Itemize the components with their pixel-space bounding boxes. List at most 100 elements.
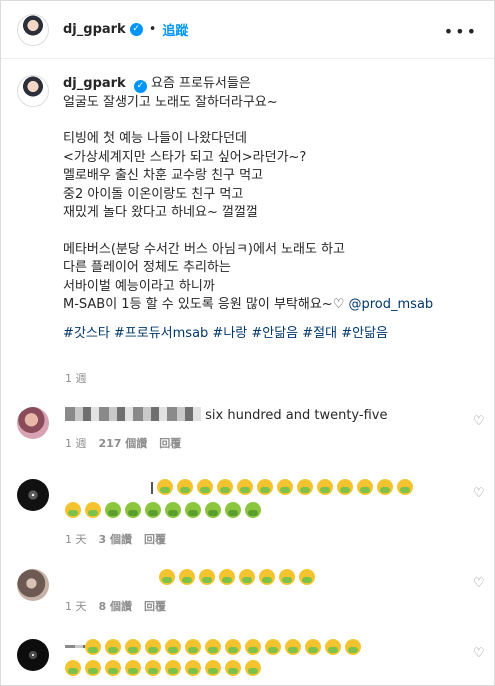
nauseated-face-emoji: [85, 639, 101, 655]
comment-likes[interactable]: 3 個讚: [99, 531, 132, 547]
nauseated-face-emoji: [219, 569, 235, 585]
nauseated-face-emoji: [259, 569, 275, 585]
post-caption: dj_gpark ✓ 요즘 프로듀서들은 얼굴도 잘생기고 노래도 잘하더라구요…: [17, 75, 482, 343]
caption-text: M-SAB이 1등 할 수 있도록 응원 많이 부탁해요~♡: [63, 297, 349, 312]
caption-line: 티빙에 첫 예능 나들이 나왔다던데: [63, 131, 247, 146]
nauseated-face-emoji: [205, 660, 221, 676]
follow-button[interactable]: 追蹤: [162, 20, 188, 39]
caption-line: 재밌게 놀다 왔다고 하네요~ 껄껄껄: [63, 205, 258, 220]
author-avatar[interactable]: [17, 13, 49, 46]
nauseated-face-emoji: [159, 569, 175, 585]
comment-meta: 1 週 217 個讚 回覆: [65, 435, 445, 451]
nauseated-face-emoji: [245, 502, 261, 518]
caption-timestamp[interactable]: 1 週: [65, 370, 87, 386]
caption-line: 중2 아이돌 이온이랑도 친구 먹고: [63, 186, 244, 202]
nauseated-face-emoji: [105, 502, 121, 518]
caption-line: 얼굴도 잘생기고 노래도 잘하더라구요~: [63, 94, 278, 110]
nauseated-face-emoji: [197, 479, 213, 495]
nauseated-face-emoji: [217, 479, 233, 495]
nauseated-face-emoji: [145, 660, 161, 676]
commenter-avatar[interactable]: [17, 407, 49, 439]
author-username[interactable]: dj_gpark: [63, 22, 126, 37]
blurred-username: [151, 482, 153, 494]
caption-body: dj_gpark ✓ 요즘 프로듀서들은 얼굴도 잘생기고 노래도 잘하더라구요…: [63, 75, 433, 343]
commenter-avatar[interactable]: [17, 479, 49, 511]
nauseated-face-emoji: [65, 502, 81, 518]
comment-item: six hundred and twenty-five 1 週 217 個讚 回…: [17, 407, 487, 451]
comment-text-row: six hundred and twenty-five: [65, 407, 445, 425]
reply-button[interactable]: 回覆: [159, 435, 181, 451]
comment-likes[interactable]: 8 個讚: [99, 598, 132, 614]
nauseated-face-emoji: [165, 639, 181, 655]
nauseated-face-emoji: [125, 502, 141, 518]
nauseated-face-emoji: [157, 479, 173, 495]
caption-line: M-SAB이 1등 할 수 있도록 응원 많이 부탁해요~♡ @prod_msa…: [63, 296, 433, 315]
nauseated-face-emoji: [237, 479, 253, 495]
comment-item: 1 天 3 個讚 回覆 ♡: [17, 479, 487, 547]
hashtags[interactable]: #갓스타 #프로듀서msab #나랑 #안닮음 #절대 #안닮음: [63, 325, 433, 344]
nauseated-face-emoji: [145, 502, 161, 518]
nauseated-face-emoji: [277, 479, 293, 495]
comment-meta: 1 天 3 個讚 回覆: [65, 531, 445, 547]
comment-time[interactable]: 1 天: [65, 531, 87, 547]
nauseated-face-emoji: [85, 502, 101, 518]
comment-likes[interactable]: 217 個讚: [99, 435, 148, 451]
caption-avatar[interactable]: [17, 75, 49, 107]
caption-line: <가상세계지만 스타가 되고 싶어>라던가~?: [63, 149, 307, 165]
heart-outline-icon[interactable]: ♡: [473, 415, 487, 429]
nauseated-face-emoji: [65, 660, 81, 676]
comment-meta: 1 天 8 個讚 回覆: [65, 598, 445, 614]
caption-line: 다른 플레이어 정체도 추리하는: [63, 260, 231, 275]
nauseated-face-emoji: [105, 660, 121, 676]
nauseated-face-emoji: [225, 502, 241, 518]
mention-link[interactable]: @prod_msab: [349, 297, 434, 312]
nauseated-face-emoji: [305, 639, 321, 655]
nauseated-face-emoji: [285, 639, 301, 655]
heart-outline-icon[interactable]: ♡: [473, 577, 487, 591]
nauseated-face-emoji: [345, 639, 361, 655]
nauseated-face-emoji: [299, 569, 315, 585]
comment-text: six hundred and twenty-five: [205, 408, 388, 423]
caption-text: 요즘 프로듀서들은: [150, 76, 251, 91]
verified-badge-icon: ✓: [133, 80, 147, 93]
nauseated-face-emoji: [205, 639, 221, 655]
comment-time[interactable]: 1 週: [65, 435, 87, 451]
comment-text-row: [65, 639, 445, 658]
nauseated-face-emoji: [245, 639, 261, 655]
nauseated-face-emoji: [317, 479, 333, 495]
nauseated-face-emoji: [337, 479, 353, 495]
nauseated-face-emoji: [185, 660, 201, 676]
nauseated-face-emoji: [257, 479, 273, 495]
nauseated-face-emoji: [177, 479, 193, 495]
nauseated-face-emoji: [199, 569, 215, 585]
nauseated-face-emoji: [297, 479, 313, 495]
heart-outline-icon[interactable]: ♡: [473, 647, 487, 661]
nauseated-face-emoji: [279, 569, 295, 585]
nauseated-face-emoji: [185, 502, 201, 518]
nauseated-face-emoji: [325, 639, 341, 655]
nauseated-face-emoji: [185, 639, 201, 655]
comment-item: ♡: [17, 639, 487, 679]
nauseated-face-emoji: [205, 502, 221, 518]
nauseated-face-emoji: [85, 660, 101, 676]
reply-button[interactable]: 回覆: [144, 598, 166, 614]
caption-username[interactable]: dj_gpark: [63, 76, 126, 91]
nauseated-face-emoji: [165, 502, 181, 518]
more-options-icon[interactable]: •••: [444, 22, 478, 41]
comment-text-row: [65, 479, 445, 498]
heart-outline-icon[interactable]: ♡: [473, 487, 487, 501]
commenter-avatar[interactable]: [17, 569, 49, 601]
nauseated-face-emoji: [105, 639, 121, 655]
comment-text-row: [65, 502, 445, 521]
comment-time[interactable]: 1 天: [65, 598, 87, 614]
caption-line: 멜로배우 출신 차훈 교수랑 친구 먹고: [63, 168, 264, 183]
nauseated-face-emoji: [239, 569, 255, 585]
nauseated-face-emoji: [125, 639, 141, 655]
nauseated-face-emoji: [357, 479, 373, 495]
nauseated-face-emoji: [179, 569, 195, 585]
nauseated-face-emoji: [225, 660, 241, 676]
caption-line: dj_gpark ✓ 요즘 프로듀서들은: [63, 75, 433, 94]
commenter-avatar[interactable]: [17, 639, 49, 671]
reply-button[interactable]: 回覆: [144, 531, 166, 547]
